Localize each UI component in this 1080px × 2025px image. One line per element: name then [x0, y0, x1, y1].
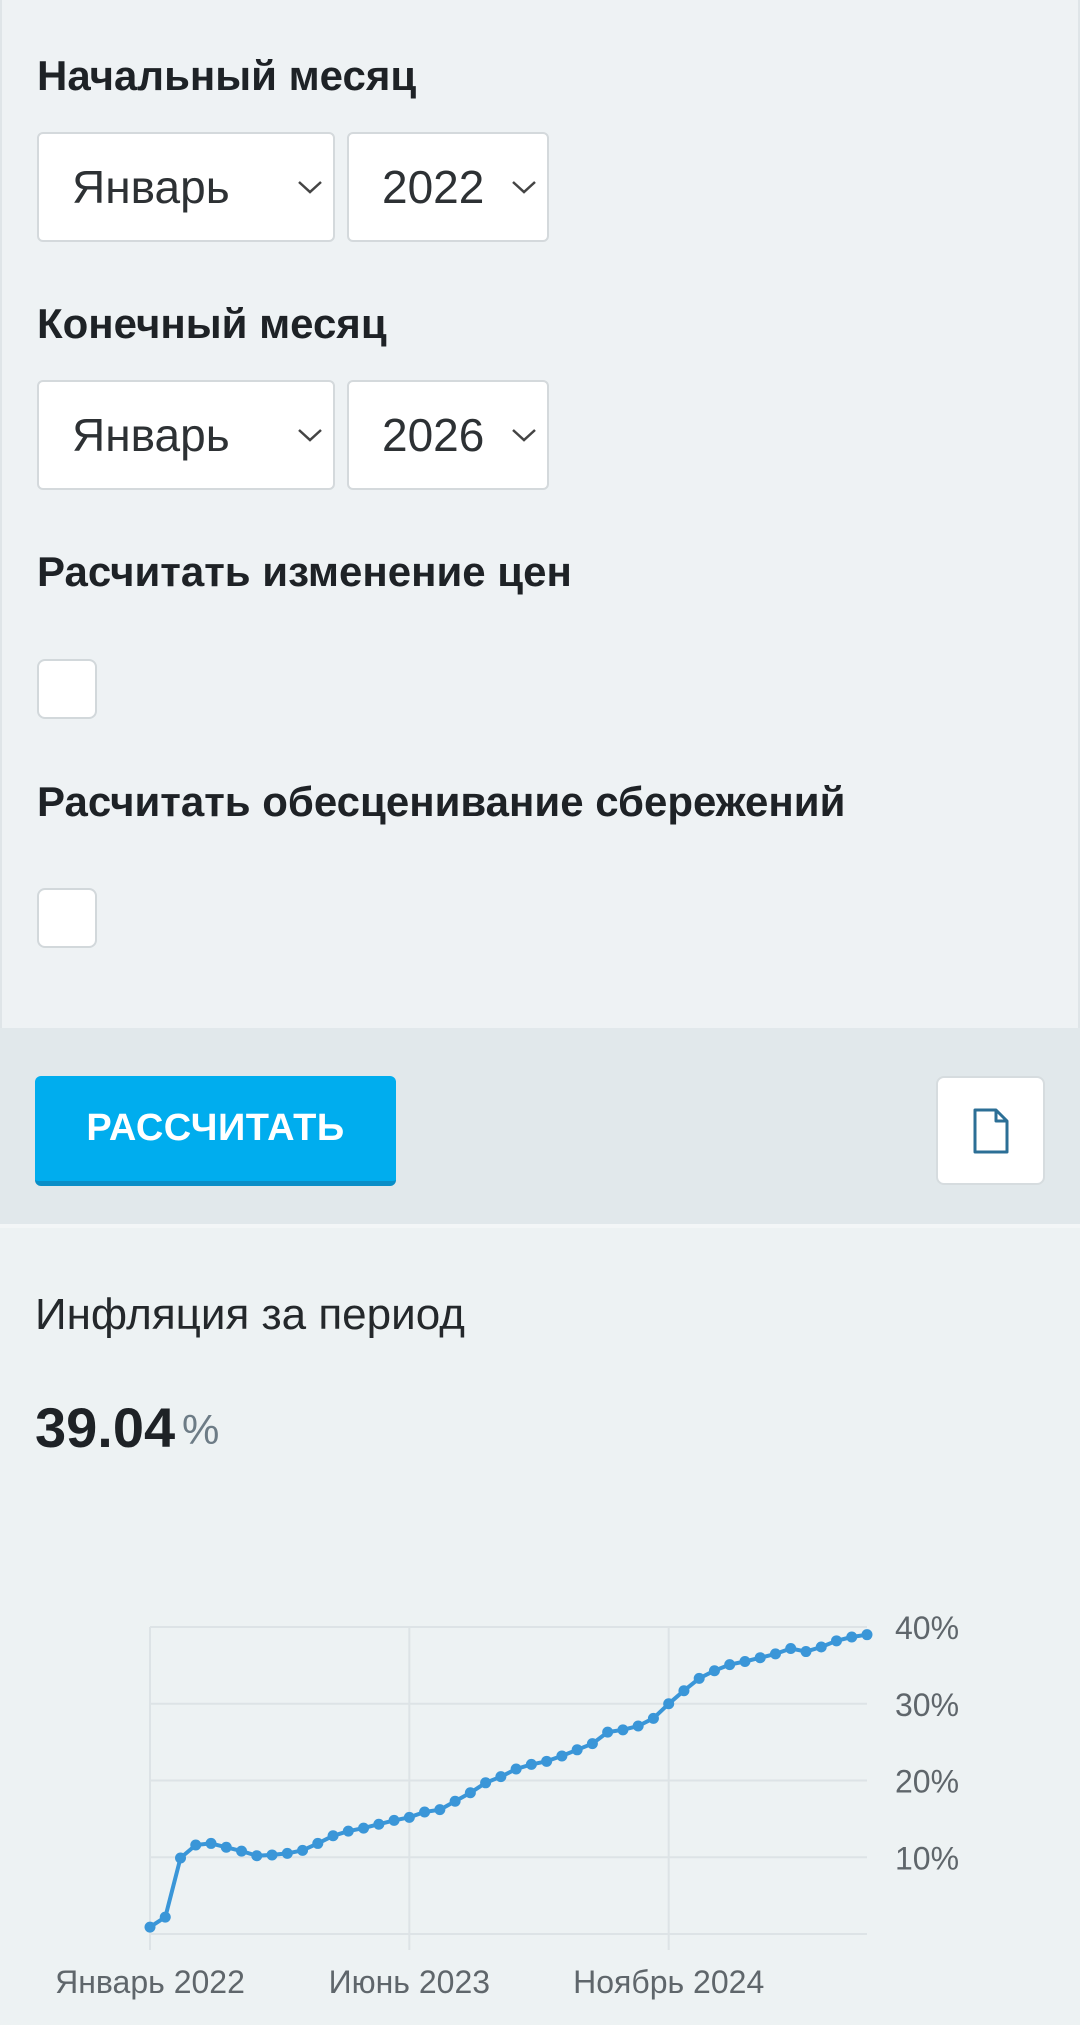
- data-point: [342, 1825, 354, 1837]
- inflation-unit: %: [182, 1406, 220, 1453]
- data-point: [312, 1837, 324, 1849]
- data-point: [846, 1631, 858, 1643]
- y-tick-label: 30%: [895, 1687, 959, 1723]
- data-point: [205, 1837, 217, 1849]
- data-point: [663, 1698, 675, 1710]
- data-point: [571, 1744, 583, 1756]
- data-point: [373, 1818, 385, 1830]
- data-point: [495, 1771, 507, 1783]
- data-point: [693, 1672, 705, 1684]
- data-point: [480, 1777, 492, 1789]
- data-point: [510, 1763, 522, 1775]
- end-year-select[interactable]: 2026: [347, 380, 549, 490]
- start-year-select[interactable]: 2022: [347, 132, 549, 242]
- data-point: [175, 1852, 187, 1864]
- data-point: [297, 1844, 309, 1856]
- document-button[interactable]: [936, 1076, 1045, 1185]
- chevron-down-icon: [298, 181, 322, 194]
- action-bar: РАССЧИТАТЬ: [0, 1028, 1080, 1228]
- end-year-value: 2026: [382, 409, 485, 461]
- chevron-down-icon: [512, 181, 536, 194]
- end-month-label: Конечный месяц: [37, 300, 387, 347]
- data-point: [815, 1641, 827, 1653]
- end-month-value: Январь: [72, 409, 230, 461]
- data-point: [785, 1642, 797, 1654]
- data-point: [327, 1830, 339, 1842]
- data-point: [266, 1849, 278, 1861]
- start-month-select[interactable]: Январь: [37, 132, 335, 242]
- data-point: [617, 1724, 629, 1736]
- calculate-button[interactable]: РАССЧИТАТЬ: [35, 1076, 396, 1186]
- price-change-checkbox[interactable]: [37, 659, 97, 719]
- data-point: [586, 1738, 598, 1750]
- data-point: [678, 1685, 690, 1697]
- data-point: [861, 1629, 873, 1641]
- start-year-value: 2022: [382, 161, 485, 213]
- inflation-chart: 10% 20% 30% 40% Январь 2022 Июнь 2023 Ноябрь 2…: [55, 1610, 959, 2000]
- data-point: [724, 1659, 736, 1671]
- y-tick-label: 20%: [895, 1764, 959, 1800]
- data-point: [708, 1665, 720, 1677]
- savings-depreciation-checkbox[interactable]: [37, 888, 97, 948]
- price-change-label: Расчитать изменение цен: [37, 548, 572, 595]
- x-tick-label: Ноябрь 2024: [573, 1964, 764, 2000]
- data-point: [754, 1652, 766, 1664]
- data-point: [800, 1646, 812, 1658]
- data-point: [220, 1841, 232, 1853]
- data-point: [251, 1850, 263, 1862]
- document-icon: [973, 1108, 1008, 1153]
- start-month-label: Начальный месяц: [37, 52, 417, 99]
- y-tick-label: 10%: [895, 1840, 959, 1876]
- data-point: [190, 1839, 202, 1851]
- data-point: [769, 1648, 781, 1660]
- data-point: [403, 1811, 415, 1823]
- data-point: [556, 1750, 568, 1762]
- inflation-period-title: Инфляция за период: [35, 1290, 465, 1339]
- data-point: [602, 1726, 614, 1738]
- data-point: [281, 1847, 293, 1859]
- chevron-down-icon: [298, 429, 322, 442]
- data-point: [419, 1806, 431, 1818]
- data-point: [358, 1822, 370, 1834]
- savings-depreciation-label: Расчитать обесценивание сбережений: [37, 778, 846, 825]
- chevron-down-icon: [512, 429, 536, 442]
- data-point: [830, 1635, 842, 1647]
- data-point: [525, 1758, 537, 1770]
- data-point: [144, 1921, 156, 1933]
- end-month-select[interactable]: Январь: [37, 380, 335, 490]
- y-tick-label: 40%: [895, 1610, 959, 1646]
- inflation-value: 39.04: [35, 1396, 176, 1459]
- data-point: [236, 1845, 248, 1857]
- data-point: [159, 1911, 171, 1923]
- x-tick-label: Январь 2022: [55, 1964, 245, 2000]
- data-point: [464, 1787, 476, 1799]
- data-point: [434, 1804, 446, 1816]
- data-point: [449, 1795, 461, 1807]
- calculator-form: Начальный месяц Январь 2022 Конечный мес…: [0, 0, 1080, 1028]
- start-month-value: Январь: [72, 161, 230, 213]
- data-point: [388, 1814, 400, 1826]
- data-point: [739, 1656, 751, 1668]
- data-point: [647, 1712, 659, 1724]
- x-tick-label: Июнь 2023: [329, 1964, 490, 2000]
- data-point: [632, 1720, 644, 1732]
- data-point: [541, 1755, 553, 1767]
